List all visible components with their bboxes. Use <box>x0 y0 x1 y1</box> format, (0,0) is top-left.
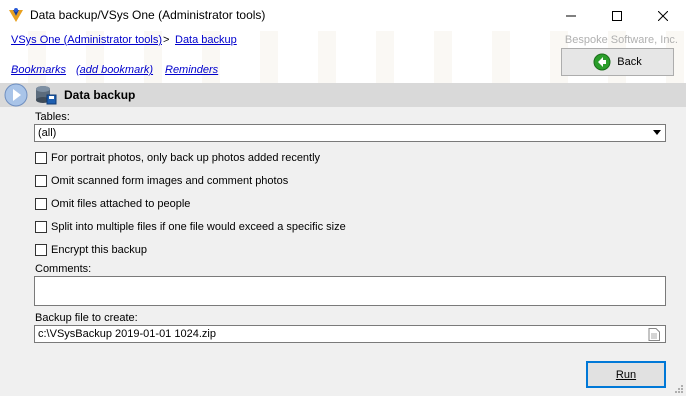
file-browse-icon[interactable] <box>648 328 660 341</box>
play-icon[interactable] <box>4 83 28 107</box>
comments-label: Comments: <box>35 263 92 275</box>
backup-file-value: c:\VSysBackup 2019-01-01 1024.zip <box>38 328 216 340</box>
option-omit-files[interactable]: Omit files attached to people <box>35 197 190 211</box>
option-label: For portrait photos, only back up photos… <box>51 152 321 164</box>
section-title: Data backup <box>64 88 136 102</box>
option-split-files[interactable]: Split into multiple files if one file wo… <box>35 220 346 234</box>
checkbox[interactable] <box>35 244 47 256</box>
backup-file-label: Backup file to create: <box>35 312 138 324</box>
option-label: Encrypt this backup <box>51 244 147 256</box>
option-omit-scanned[interactable]: Omit scanned form images and comment pho… <box>35 174 288 188</box>
title-bar[interactable]: Data backup/VSys One (Administrator tool… <box>0 0 686 31</box>
backup-file-field[interactable]: c:\VSysBackup 2019-01-01 1024.zip <box>34 325 666 343</box>
vendor-name: Bespoke Software, Inc. <box>564 34 678 46</box>
add-bookmark-link[interactable]: (add bookmark) <box>76 64 153 76</box>
bookmarks-link[interactable]: Bookmarks <box>11 64 66 76</box>
run-button[interactable]: Run <box>586 361 666 388</box>
comments-field[interactable] <box>34 276 666 306</box>
window-title: Data backup/VSys One (Administrator tool… <box>30 8 266 22</box>
breadcrumb-current-link[interactable]: Data backup <box>175 34 237 46</box>
checkbox[interactable] <box>35 221 47 233</box>
breadcrumb-home-link[interactable]: VSys One (Administrator tools) <box>11 34 162 46</box>
tables-select[interactable]: (all) <box>34 124 666 142</box>
back-button-label: Back <box>617 56 642 68</box>
option-portrait-photos[interactable]: For portrait photos, only back up photos… <box>35 151 320 165</box>
option-encrypt[interactable]: Encrypt this backup <box>35 243 147 257</box>
run-button-label: Run <box>615 368 637 381</box>
resize-grip-icon[interactable] <box>674 384 684 394</box>
option-label: Omit files attached to people <box>51 198 191 210</box>
checkbox[interactable] <box>35 198 47 210</box>
option-label: Split into multiple files if one file wo… <box>51 221 346 233</box>
checkbox[interactable] <box>35 175 47 187</box>
maximize-button[interactable] <box>594 0 640 31</box>
minimize-icon <box>566 15 576 16</box>
maximize-icon <box>612 10 622 21</box>
app-logo-icon <box>9 8 23 22</box>
tables-select-value: (all) <box>38 127 57 139</box>
close-button[interactable] <box>640 0 686 31</box>
tables-label: Tables: <box>35 111 70 123</box>
chevron-down-icon <box>653 130 661 135</box>
reminders-link[interactable]: Reminders <box>165 64 218 76</box>
database-icon <box>36 86 57 105</box>
option-label: Omit scanned form images and comment pho… <box>51 175 289 187</box>
checkbox[interactable] <box>35 152 47 164</box>
back-button[interactable]: Back <box>561 48 674 76</box>
minimize-button[interactable] <box>548 0 594 31</box>
back-arrow-icon <box>593 53 611 71</box>
close-icon <box>658 10 668 21</box>
breadcrumb-separator: > <box>163 34 170 46</box>
